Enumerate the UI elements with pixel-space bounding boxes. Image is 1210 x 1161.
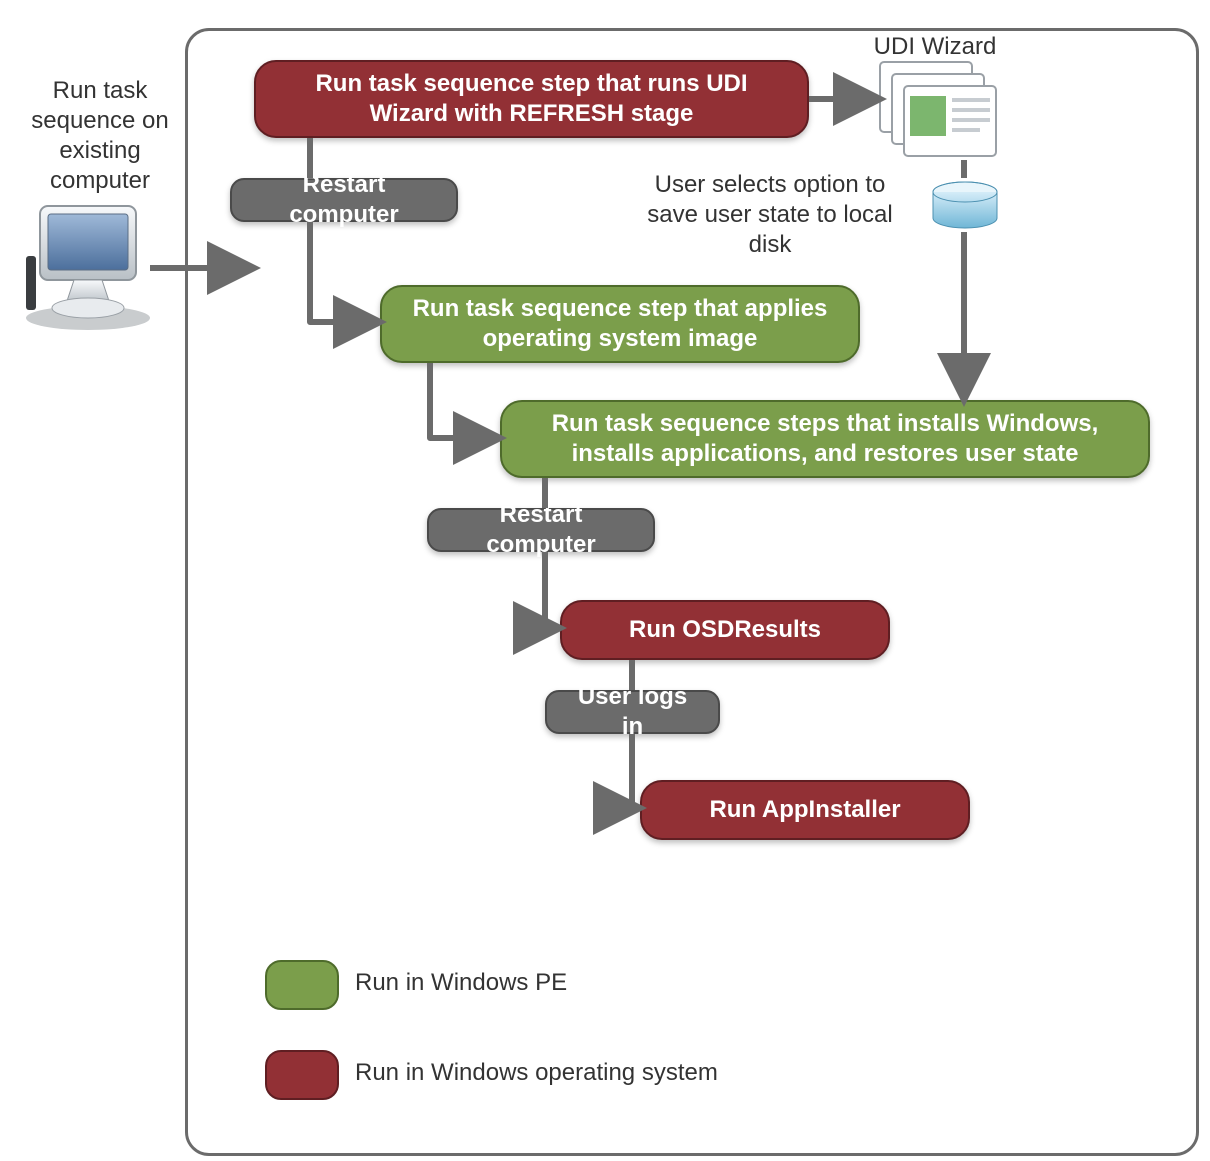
user-selects-label: User selects option to save user state t… — [630, 170, 910, 260]
step-run-udi-wizard: Run task sequence step that runs UDI Wiz… — [254, 60, 809, 138]
legend-swatch-red — [265, 1050, 339, 1100]
external-label: Run task sequence on existing computer — [10, 76, 190, 196]
diagram-canvas: Run task sequence on existing computer U… — [0, 0, 1210, 1161]
step-apply-os-image: Run task sequence step that applies oper… — [380, 285, 860, 363]
legend-swatch-green — [265, 960, 339, 1010]
step-restart-1: Restart computer — [230, 178, 458, 222]
step-run-appinstaller: Run AppInstaller — [640, 780, 970, 840]
udi-wizard-title: UDI Wizard — [860, 32, 1010, 62]
step-run-osdresults: Run OSDResults — [560, 600, 890, 660]
legend-label-pe: Run in Windows PE — [355, 968, 567, 998]
step-user-logs-in: User logs in — [545, 690, 720, 734]
step-install-windows-apps-restore: Run task sequence steps that installs Wi… — [500, 400, 1150, 478]
legend-label-os: Run in Windows operating system — [355, 1058, 718, 1088]
step-restart-2: Restart computer — [427, 508, 655, 552]
